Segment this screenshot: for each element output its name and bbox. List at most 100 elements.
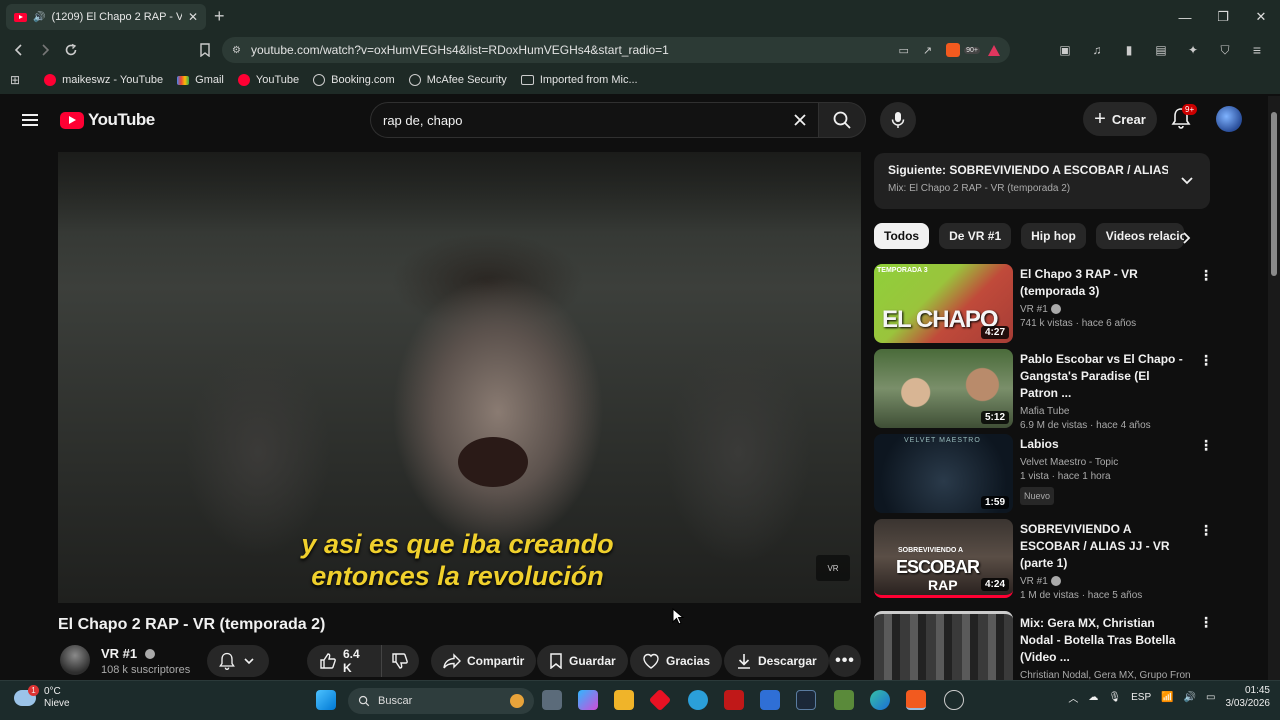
maximize-icon[interactable]: ❐ — [1204, 0, 1242, 34]
share-button[interactable]: Compartir — [431, 645, 537, 677]
download-button[interactable]: Descargar — [724, 645, 829, 677]
like-button[interactable]: 6.4 K — [307, 645, 381, 677]
back-icon[interactable] — [6, 37, 32, 63]
more-vertical-icon[interactable]: ⋮ — [1199, 523, 1213, 537]
edge-icon[interactable] — [870, 690, 890, 710]
video-thumbnail[interactable]: VELVET MAESTRO 1:59 — [874, 434, 1013, 513]
chip-hip-hop[interactable]: Hip hop — [1021, 223, 1086, 249]
show-hidden-icons-icon[interactable]: ︿ — [1068, 690, 1078, 705]
recommendation-channel[interactable]: VR #1 — [1020, 304, 1048, 315]
recommendation-item[interactable]: 5:12 Pablo Escobar vs El Chapo - Gangsta… — [874, 349, 1214, 431]
bookmark-folder-imported[interactable]: Imported from Mic... — [520, 74, 638, 86]
weather-widget[interactable]: 1 0°C Nieve — [14, 685, 70, 710]
close-window-icon[interactable]: ✕ — [1242, 0, 1280, 34]
recommendation-channel[interactable]: VR #1 — [1020, 576, 1048, 587]
system-clock[interactable]: 01:45 3/03/2026 — [1226, 684, 1271, 710]
recommendation-item[interactable]: Mix: Gera MX, Christian Nodal - Botella … — [874, 611, 1214, 680]
recommendation-channel[interactable]: Mafia Tube — [1020, 406, 1069, 417]
close-tab-icon[interactable]: ✕ — [188, 10, 198, 24]
language-indicator[interactable]: ESP — [1131, 692, 1151, 703]
task-view-icon[interactable] — [542, 690, 562, 710]
chip-videos-relacionados[interactable]: Videos relacion — [1095, 223, 1184, 249]
new-tab-button[interactable]: + — [214, 7, 225, 25]
browser-tab[interactable]: 🔊 (1209) El Chapo 2 RAP - VR (t ✕ — [6, 4, 206, 30]
channel-name[interactable]: VR #1 — [101, 646, 156, 661]
chip-de-vr1[interactable]: De VR #1 — [939, 223, 1012, 249]
youtube-logo[interactable]: YouTube — [60, 110, 155, 130]
bookmark-booking[interactable]: Booking.com — [313, 74, 395, 86]
steam-icon[interactable] — [796, 690, 816, 710]
mix-thumbnail[interactable] — [874, 611, 1013, 680]
more-vertical-icon[interactable]: ⋮ — [1199, 438, 1213, 452]
forward-icon[interactable] — [32, 37, 58, 63]
address-bar[interactable]: ⚙ youtube.com/watch?v=oxHumVEGHs4&list=R… — [222, 37, 1010, 63]
share-icon[interactable]: ↗ — [923, 44, 932, 57]
save-button[interactable]: Guardar — [537, 645, 628, 677]
playlist-up-next-panel[interactable]: Siguiente: SOBREVIVIENDO A ESCOBAR / ALI… — [874, 153, 1210, 209]
sidebar-icon[interactable]: ▣ — [1052, 37, 1078, 63]
recommendation-item[interactable]: SOBREVIVIENDO A ESCOBAR RAP 4:24 SOBREVI… — [874, 519, 1214, 601]
app-icon-blue[interactable] — [688, 690, 708, 710]
more-vertical-icon[interactable]: ⋮ — [1199, 353, 1213, 367]
site-info-icon[interactable]: ⚙ — [232, 45, 241, 56]
bookmark-youtube[interactable]: YouTube — [237, 74, 299, 86]
more-vertical-icon[interactable]: ⋮ — [1199, 615, 1213, 629]
voice-search-button[interactable] — [880, 102, 916, 138]
recommendation-item[interactable]: TEMPORADA 3 EL CHAPO 4:27 El Chapo 3 RAP… — [874, 264, 1214, 344]
channel-avatar[interactable] — [60, 645, 90, 675]
channel-watermark[interactable]: VR — [816, 555, 850, 581]
brave-rewards-icon[interactable] — [988, 44, 1000, 56]
minimize-icon[interactable]: — — [1166, 0, 1204, 34]
wallet-icon[interactable]: ▤ — [1148, 37, 1174, 63]
video-thumbnail[interactable]: 5:12 — [874, 349, 1013, 428]
microsoft-store-icon[interactable] — [760, 690, 780, 710]
browser-menu-icon[interactable]: ≡ — [1244, 37, 1270, 63]
chevron-down-icon[interactable] — [1180, 173, 1194, 187]
thanks-button[interactable]: Gracias — [630, 645, 723, 677]
bookmark-page-icon[interactable] — [192, 37, 218, 63]
chevron-right-icon[interactable] — [1180, 231, 1192, 245]
more-vertical-icon[interactable]: ⋮ — [1199, 268, 1213, 282]
brave-shields-icon[interactable] — [946, 43, 961, 57]
clear-search-icon[interactable] — [792, 112, 808, 128]
more-actions-button[interactable]: ••• — [829, 645, 861, 677]
chip-todos[interactable]: Todos — [874, 223, 930, 249]
scrollbar-thumb[interactable] — [1271, 112, 1277, 276]
bookmark-maikeswz[interactable]: maikeswz - YouTube — [44, 74, 163, 86]
onedrive-icon[interactable]: ☁ — [1088, 692, 1098, 703]
speaker-icon[interactable]: 🔊 — [33, 12, 45, 23]
taskbar-search[interactable]: Buscar — [348, 688, 534, 714]
mcafee-icon[interactable] — [724, 690, 744, 710]
recommendation-channel[interactable]: Christian Nodal, Gera MX, Grupo Fronter.… — [1020, 670, 1190, 680]
hamburger-menu-icon[interactable] — [18, 108, 42, 132]
dislike-button[interactable] — [381, 645, 419, 677]
wifi-icon[interactable]: 📶 — [1161, 692, 1173, 703]
bookmark-mcafee[interactable]: McAfee Security — [408, 74, 507, 86]
create-button[interactable]: + Crear — [1083, 102, 1157, 136]
vpn-icon[interactable]: ⛉ — [1212, 37, 1238, 63]
volume-icon[interactable]: 🔊 — [1184, 692, 1196, 703]
reload-icon[interactable] — [58, 37, 84, 63]
search-input[interactable]: rap de, chapo — [370, 102, 820, 138]
recommendation-item[interactable]: VELVET MAESTRO 1:59 Labios Velvet Maestr… — [874, 434, 1214, 514]
search-button[interactable] — [818, 102, 866, 138]
recommendation-channel[interactable]: Velvet Maestro - Topic — [1020, 457, 1118, 468]
apps-grid-icon[interactable]: ⊞ — [10, 73, 20, 87]
leo-ai-icon[interactable]: ✦ — [1180, 37, 1206, 63]
video-thumbnail[interactable]: TEMPORADA 3 EL CHAPO 4:27 — [874, 264, 1013, 343]
media-icon[interactable]: ♫ — [1084, 37, 1110, 63]
bookmark-gmail[interactable]: Gmail — [177, 74, 224, 86]
video-player[interactable]: y asi es que iba creando entonces la rev… — [58, 152, 861, 603]
video-thumbnail[interactable]: SOBREVIVIENDO A ESCOBAR RAP 4:24 — [874, 519, 1013, 598]
account-avatar[interactable] — [1216, 106, 1242, 132]
install-app-icon[interactable]: ▭ — [899, 44, 909, 57]
file-explorer-icon[interactable] — [614, 690, 634, 710]
copilot-icon[interactable] — [578, 690, 598, 710]
chatgpt-icon[interactable] — [944, 690, 964, 710]
minecraft-icon[interactable] — [834, 690, 854, 710]
windows-start-icon[interactable] — [316, 690, 336, 710]
split-view-icon[interactable]: ▮ — [1116, 37, 1142, 63]
battery-icon[interactable]: ▭ — [1206, 692, 1215, 703]
microphone-icon[interactable]: 🎙 — [1108, 692, 1121, 703]
page-scrollbar[interactable] — [1268, 96, 1280, 680]
